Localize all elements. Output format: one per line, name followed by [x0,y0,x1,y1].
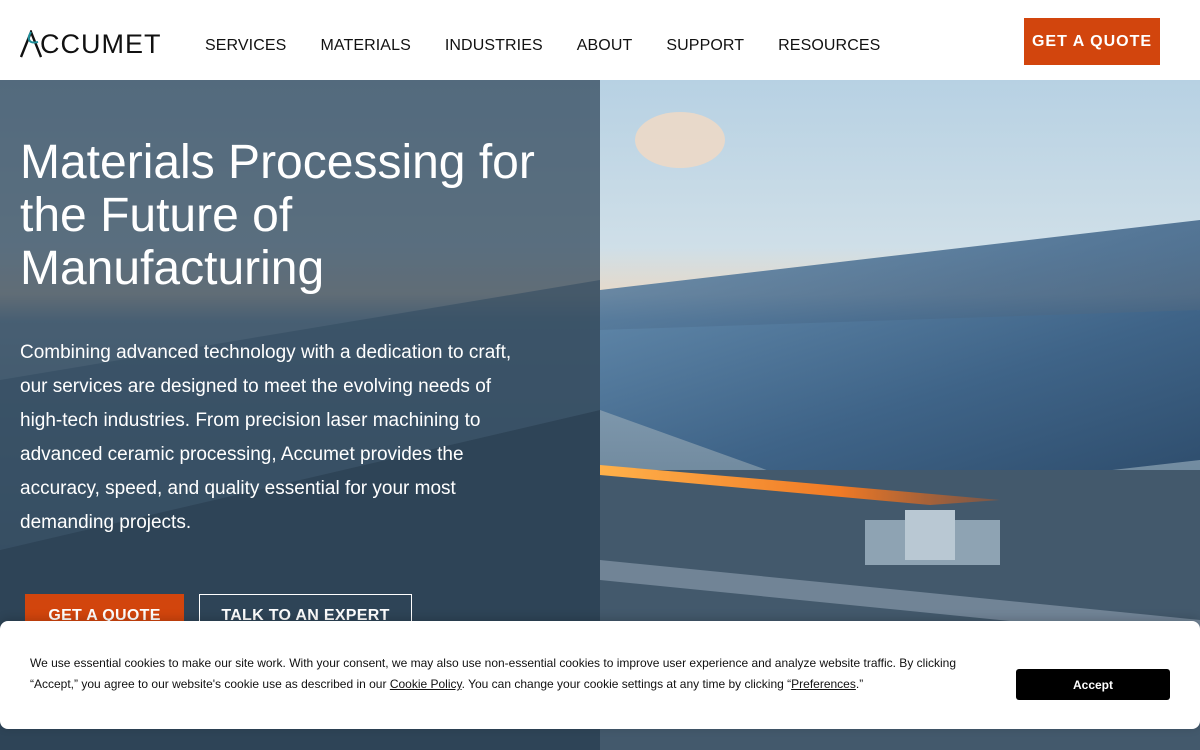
hero-description: Combining advanced technology with a ded… [20,342,512,533]
nav-industries[interactable]: INDUSTRIES [445,37,543,55]
site-header: CCUMET SERVICES MATERIALS INDUSTRIES ABO… [0,0,1200,80]
preferences-link[interactable]: Preferences [791,677,856,691]
header-get-quote-button[interactable]: GET A QUOTE [1024,18,1160,65]
accept-cookies-button[interactable]: Accept [1016,669,1170,700]
hero-title: Materials Processing for the Future of M… [20,136,535,295]
nav-support[interactable]: SUPPORT [666,37,744,55]
nav-resources[interactable]: RESOURCES [778,37,880,55]
logo[interactable]: CCUMET [20,29,162,59]
cookie-message: We use essential cookies to make our sit… [30,653,980,695]
nav-materials[interactable]: MATERIALS [320,37,410,55]
cookie-text-end: .” [855,677,864,691]
nav-services[interactable]: SERVICES [205,37,286,55]
logo-a-mark-icon [20,30,42,58]
logo-text: CCUMET [40,28,162,59]
cookie-policy-link[interactable]: Cookie Policy [390,677,462,691]
cookie-banner: We use essential cookies to make our sit… [0,621,1200,729]
cookie-text-middle: . You can change your cookie settings at… [461,677,792,691]
main-nav: SERVICES MATERIALS INDUSTRIES ABOUT SUPP… [205,37,914,55]
nav-about[interactable]: ABOUT [577,37,633,55]
